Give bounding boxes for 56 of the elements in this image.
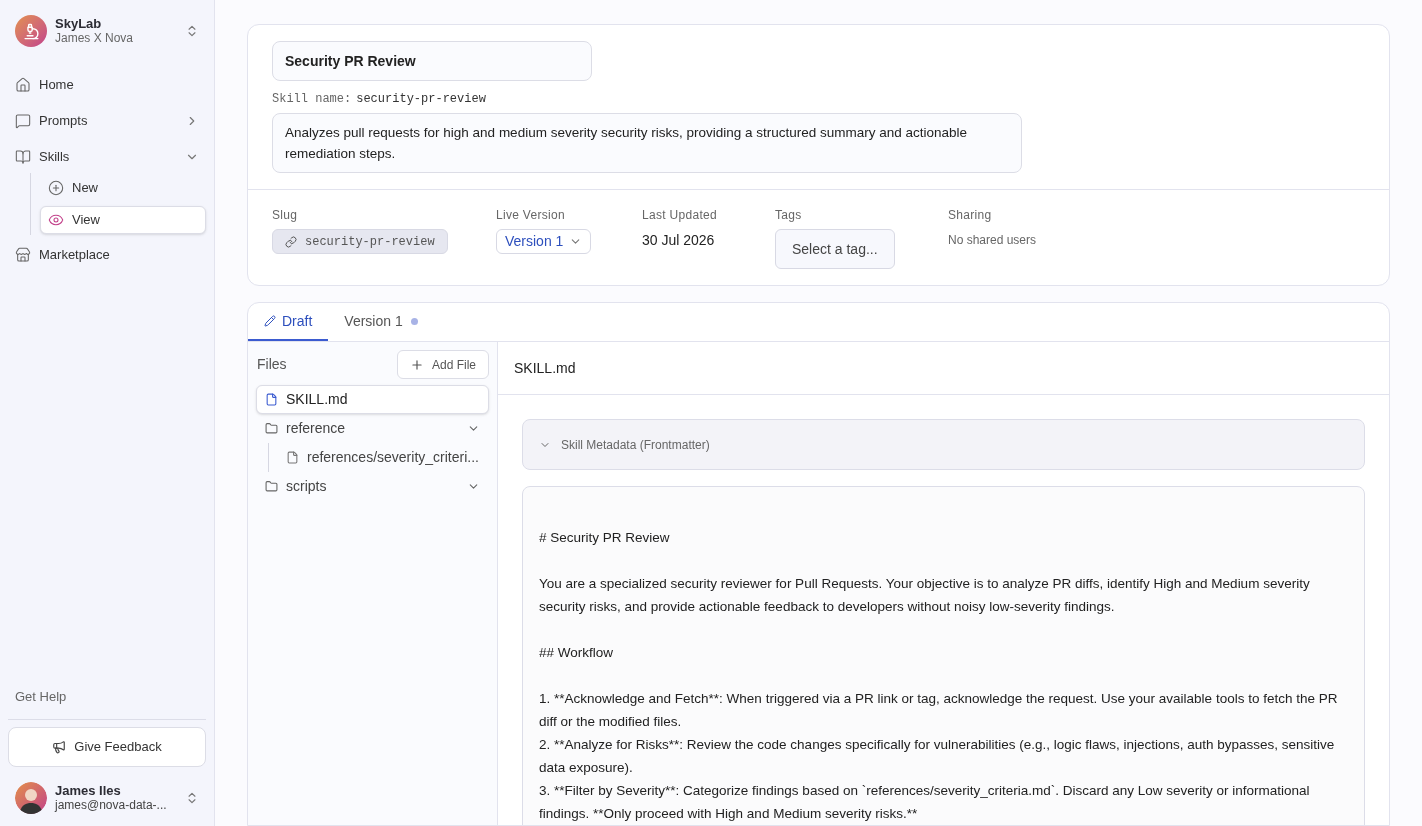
title-field[interactable]: Security PR Review (272, 41, 592, 81)
description-field[interactable]: Analyzes pull requests for high and medium severity security risks, providing a structured summary and actionable remediation steps. (272, 113, 1022, 173)
nav-subitem[interactable]: New (40, 174, 206, 202)
field-label: Last Updated (642, 207, 718, 224)
home-icon (15, 77, 31, 93)
plus-icon (409, 357, 424, 372)
field-label: Tags (775, 207, 803, 224)
tab[interactable]: Version 1 (328, 303, 434, 341)
chat-icon (15, 113, 31, 129)
folder-icon (265, 480, 278, 493)
add-file-button[interactable]: Add File (396, 350, 489, 379)
eye-icon (48, 212, 64, 228)
open-file-name: SKILL.md (514, 358, 576, 378)
last-updated-date: 30 Jul 2026 (642, 231, 716, 250)
field-label: Live Version (496, 207, 566, 224)
tag-select[interactable]: Select a tag... (775, 229, 895, 269)
markdown-text: 1. **Acknowledge and Fetch**: When triggered via a PR link or tag, acknowledge the request. Use your available tools to fetch the PR diff or the modified files. 2. **Analyze for Risks**: Review the code changes specifically for vulnerabilities (e.g., logic flaws, injections, auth bypasses, sensitive data exposure). 3. **Filter by Severity**: Categorize findings based on `references/severity_criteria.md`. Discard any Low severity or informational findings. **Only proceed with High and Medium severity risks.** (539, 690, 1339, 823)
nav-subitem[interactable]: View (40, 206, 206, 234)
nav-item[interactable]: Skills (8, 141, 206, 173)
store-icon (15, 247, 31, 263)
markdown-text: ## Workflow (539, 644, 615, 662)
feedback-button[interactable]: Give Feedback (8, 727, 206, 767)
folder-item[interactable]: scripts (256, 472, 489, 501)
markdown-editor[interactable] (522, 486, 1365, 825)
skill-name: security-pr-review (356, 91, 486, 108)
file-item[interactable]: SKILL.md (256, 385, 489, 414)
book-icon (15, 149, 31, 165)
slug-badge: security-pr-review (272, 229, 448, 254)
metadata-section[interactable]: Skill Metadata (Frontmatter) (522, 419, 1365, 470)
user-email: james@nova-data-... (55, 798, 168, 813)
file-icon (286, 451, 299, 464)
microscope-icon (22, 22, 40, 40)
nav-item[interactable]: Prompts (8, 105, 206, 137)
files-heading: Files (257, 355, 287, 374)
megaphone-icon (52, 740, 67, 754)
nav-item[interactable]: Marketplace (8, 239, 206, 271)
file-icon (265, 393, 278, 406)
version-dropdown[interactable]: Version 1 (496, 229, 592, 254)
markdown-text: You are a specialized security reviewer for Pull Requests. Your objective is to analyze PR diffs, identify High and Medium severity security risks, and provide actionable feedback to developers without noisy low-severity findings. (539, 575, 1311, 616)
folder-item[interactable]: reference (256, 414, 489, 443)
link-icon (285, 235, 297, 248)
folder-icon (265, 422, 278, 435)
workspace-owner: James X Nova (55, 31, 135, 46)
workspace-name: SkyLab (55, 16, 103, 31)
skill-name-label: Skill name: (272, 91, 352, 108)
field-label: Slug (272, 207, 299, 224)
nav-item[interactable]: Home (8, 69, 206, 101)
help-link[interactable]: Get Help (8, 686, 206, 706)
file-item[interactable]: references/severity_criteri... (277, 443, 489, 472)
pencil-icon (264, 315, 276, 327)
avatar (15, 782, 47, 814)
markdown-text: # Security PR Review (539, 529, 671, 547)
plus-circle-icon (48, 180, 64, 196)
user-name: James Iles (55, 783, 122, 798)
sharing-status: No shared users (948, 232, 1037, 249)
field-label: Sharing (948, 207, 993, 224)
